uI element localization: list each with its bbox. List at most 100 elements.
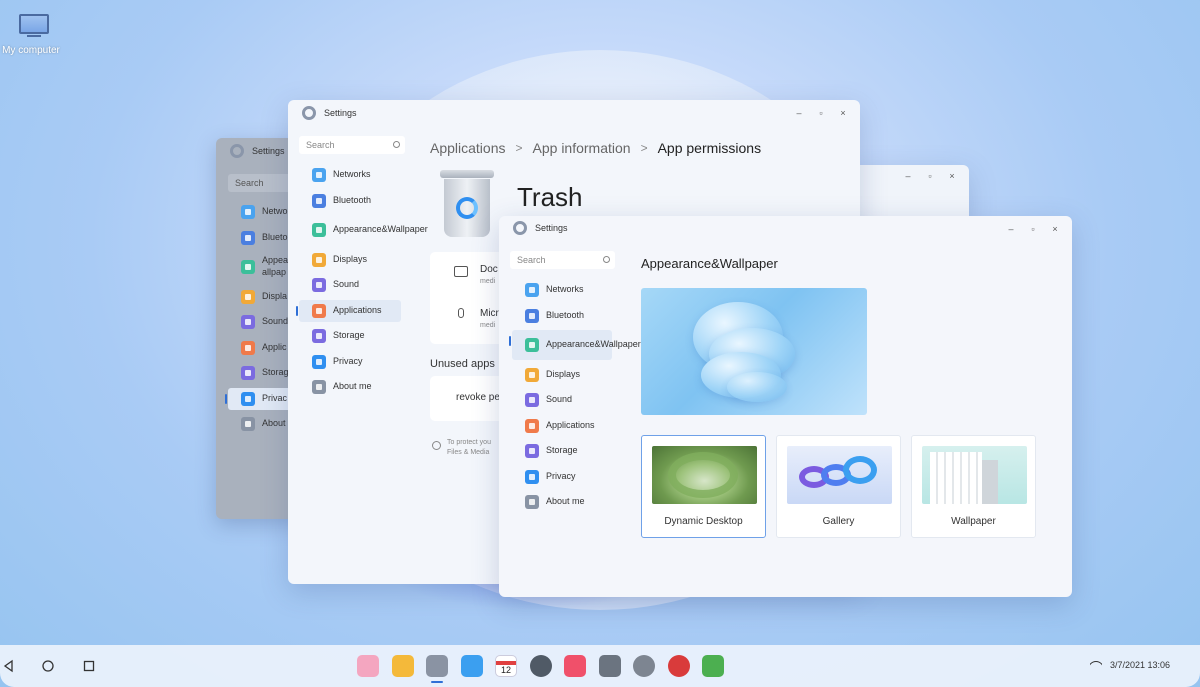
sidebar-item-label: About: [262, 418, 286, 429]
gallery-thumbnail: [787, 446, 892, 504]
system-tray: 3/7/2021 13:06: [1089, 660, 1170, 670]
sidebar-item-label: Netwo: [262, 206, 288, 217]
page-title: Appearance&Wallpaper: [641, 256, 778, 271]
breadcrumb-app-information[interactable]: App information: [533, 140, 631, 156]
browser-icon[interactable]: [529, 655, 552, 677]
settings-gear-icon: [513, 221, 527, 235]
permission-microphone-item[interactable]: Micr medi: [454, 308, 499, 329]
mail-icon[interactable]: [460, 655, 483, 677]
maximize-button[interactable]: ▫: [812, 106, 830, 120]
sidebar-item-label: Networks: [546, 284, 584, 295]
my-computer-desktop-icon[interactable]: My computer: [2, 14, 64, 56]
applications-icon: [525, 418, 539, 433]
dynamic-desktop-option[interactable]: Dynamic Desktop: [641, 435, 766, 538]
sidebar-item-displays[interactable]: Displays: [512, 364, 612, 386]
wallpaper-option[interactable]: Wallpaper: [911, 435, 1036, 538]
sidebar-item-storage[interactable]: Storage: [512, 440, 612, 462]
bluetooth-icon: [312, 193, 326, 208]
bluetooth-icon: [525, 308, 539, 323]
title-bar[interactable]: Settings – ▫ ×: [499, 216, 1072, 240]
sidebar-item-label: Storage: [546, 445, 578, 456]
sidebar-item-networks[interactable]: Networks: [299, 164, 401, 186]
window-title: Settings: [252, 146, 285, 156]
sidebar-item-label: Sound: [333, 279, 360, 290]
sidebar-item-applications[interactable]: Applications: [512, 415, 612, 437]
close-button[interactable]: ×: [834, 106, 852, 120]
calendar-icon[interactable]: 12: [495, 655, 517, 677]
sidebar-item-label: Bluetooth: [333, 194, 372, 205]
monitor-icon: [19, 14, 49, 34]
wallpaper-thumbnail: [922, 446, 1027, 504]
sidebar-item-appearance-wallpaper[interactable]: Appearance&Wallpaper: [299, 215, 428, 245]
close-button[interactable]: ×: [1046, 222, 1064, 236]
sidebar-item-bluetooth[interactable]: Bluetooth: [299, 190, 401, 212]
photos-icon[interactable]: [702, 655, 724, 677]
settings-icon[interactable]: [426, 655, 448, 683]
sound-icon: [312, 278, 326, 292]
sidebar-item-storage[interactable]: Storage: [299, 325, 401, 347]
networks-icon: [525, 283, 539, 297]
recorder-icon[interactable]: [667, 655, 690, 677]
about-icon: [241, 417, 255, 431]
settings-window-appearance[interactable]: Settings – ▫ × Search Networks Bluetooth A…: [499, 216, 1072, 597]
maximize-button[interactable]: ▫: [1024, 222, 1042, 236]
maximize-button[interactable]: ▫: [921, 169, 939, 183]
appearance-wallpaper-icon: [312, 223, 326, 237]
permissions-card: Doc medi Micr medi: [430, 252, 510, 344]
sidebar-item-privacy[interactable]: Privacy: [299, 351, 401, 373]
appearance-wallpaper-icon: [525, 338, 539, 352]
chevron-right-icon: >: [515, 141, 523, 155]
app-store-icon[interactable]: [357, 655, 379, 677]
sidebar-item-about-me[interactable]: About me: [299, 376, 401, 398]
search-input[interactable]: Search: [299, 136, 405, 154]
back-nav-icon[interactable]: [2, 659, 16, 673]
wifi-icon[interactable]: [1089, 660, 1102, 670]
blueto-icon: [241, 230, 255, 245]
sidebar-item-displays[interactable]: Displays: [299, 249, 401, 271]
home-nav-icon[interactable]: [41, 659, 55, 673]
window-title: Settings: [535, 223, 568, 233]
dynamic-desktop-thumbnail: [652, 446, 757, 504]
window-title: Settings: [324, 108, 357, 118]
minimize-button[interactable]: –: [1002, 222, 1020, 236]
video-player-icon[interactable]: [564, 655, 586, 677]
sidebar-item-label: Blueto: [262, 231, 288, 242]
revoke-permissions-card[interactable]: revoke pe: [430, 376, 510, 421]
sidebar-item-label: Storage: [333, 330, 365, 341]
permission-files-item[interactable]: Doc medi: [454, 264, 498, 285]
sidebar-item-about-me[interactable]: About me: [512, 491, 612, 513]
sound-icon: [525, 393, 539, 407]
clock-icon[interactable]: [633, 655, 655, 677]
sidebar-item-appearance-wallpaper[interactable]: Appearance&Wallpaper: [509, 330, 641, 360]
file-manager-icon[interactable]: [391, 655, 414, 677]
sidebar-item-label: Networks: [333, 169, 371, 180]
sidebar-item-bluetooth[interactable]: Bluetooth: [512, 305, 612, 327]
sidebar-item-privacy[interactable]: Privacy: [512, 466, 612, 488]
revoke-permissions-label: revoke pe: [456, 392, 500, 403]
privac-icon: [241, 391, 255, 406]
breadcrumb-applications[interactable]: Applications: [430, 140, 506, 156]
close-button[interactable]: ×: [943, 169, 961, 183]
sidebar-item-sound[interactable]: Sound: [299, 274, 401, 296]
title-bar[interactable]: Settings – ▫ ×: [288, 100, 860, 126]
search-input[interactable]: Search: [510, 251, 615, 269]
sidebar-item-applications[interactable]: Applications: [296, 299, 401, 322]
sidebar-item-label: Sound: [546, 394, 573, 405]
recents-nav-icon[interactable]: [82, 659, 96, 673]
sidebar-item-sound[interactable]: Sound: [512, 389, 612, 411]
search-icon: [393, 141, 400, 148]
sidebar-item-label: Appea allpap: [262, 255, 289, 277]
clock-datetime[interactable]: 3/7/2021 13:06: [1110, 660, 1170, 670]
minimize-button[interactable]: –: [899, 169, 917, 183]
sidebar-nav: Networks Bluetooth Appearance&Wallpaper Dis…: [296, 164, 428, 402]
sidebar-item-label: Displays: [333, 253, 368, 264]
minimize-button[interactable]: –: [790, 106, 808, 120]
gallery-option[interactable]: Gallery: [776, 435, 901, 538]
storage-icon: [525, 444, 539, 458]
networks-icon: [312, 168, 326, 182]
sidebar-item-label: About me: [546, 496, 585, 507]
calculator-icon[interactable]: [598, 655, 621, 677]
sidebar-item-label: Privacy: [546, 470, 576, 481]
about-me-icon: [312, 380, 326, 394]
sidebar-item-networks[interactable]: Networks: [512, 279, 612, 301]
